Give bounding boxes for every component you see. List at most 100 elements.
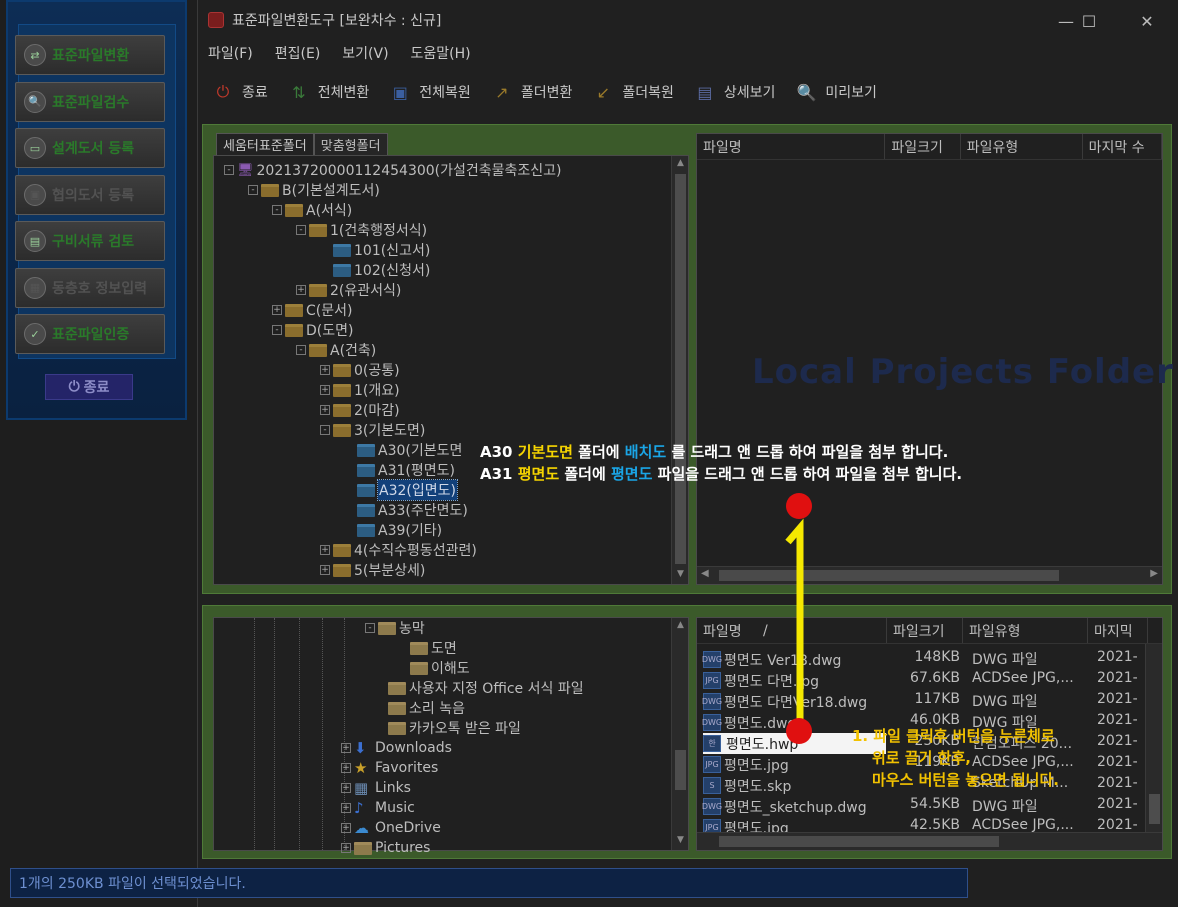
launcher-button-1[interactable]: 🔍 표준파일검수 bbox=[15, 81, 165, 122]
column-header[interactable]: 마지믹 bbox=[1088, 618, 1148, 643]
menu-item-1[interactable]: 편집(E) bbox=[275, 43, 321, 63]
explorer-item[interactable]: + ★ Favorites bbox=[341, 758, 438, 778]
expand-icon[interactable]: + bbox=[272, 305, 282, 315]
menu-item-3[interactable]: 도움말(H) bbox=[411, 43, 471, 63]
tree-scrollbar[interactable]: ▲ ▼ bbox=[671, 156, 688, 584]
tree-item[interactable]: - A(건축) bbox=[296, 340, 376, 360]
scroll-thumb[interactable] bbox=[1149, 794, 1160, 824]
explorer-scrollbar[interactable]: ▲ ▼ bbox=[671, 618, 688, 850]
toolbar-button-0[interactable]: ⏻ 종료 bbox=[210, 79, 268, 105]
tree-item[interactable]: A32(입면도) bbox=[344, 479, 458, 501]
tree-item[interactable]: A30(기본도면 bbox=[344, 440, 462, 460]
expand-icon[interactable]: + bbox=[320, 545, 330, 555]
explorer-item[interactable]: 도면 bbox=[410, 638, 457, 658]
collapse-icon[interactable]: - bbox=[248, 185, 258, 195]
scroll-left-icon[interactable]: ◀ bbox=[701, 568, 709, 579]
expand-icon[interactable]: + bbox=[341, 763, 351, 773]
explorer-item[interactable]: - 농막 bbox=[365, 618, 425, 638]
h-scroll-thumb[interactable] bbox=[719, 836, 999, 847]
collapse-icon[interactable]: - bbox=[296, 225, 306, 235]
expand-icon[interactable]: + bbox=[341, 743, 351, 753]
collapse-icon[interactable]: - bbox=[272, 205, 282, 215]
tree-item[interactable]: +1(개요) bbox=[320, 380, 400, 400]
horizontal-scrollbar[interactable] bbox=[697, 832, 1162, 850]
scroll-up-icon[interactable]: ▲ bbox=[674, 620, 687, 633]
file-row[interactable]: DWG 평면도_sketchup.dwg 54.5KB DWG 파일 2021- bbox=[702, 796, 1151, 817]
toolbar-button-5[interactable]: ▤ 상세보기 bbox=[692, 79, 775, 105]
toolbar-button-4[interactable]: ↙ 폴더복원 bbox=[590, 79, 674, 105]
column-header[interactable]: 파일크기 bbox=[885, 134, 961, 159]
expand-icon[interactable]: + bbox=[341, 783, 351, 793]
explorer-item[interactable]: + ☁ OneDrive bbox=[341, 818, 441, 838]
horizontal-scrollbar[interactable]: ◀ ▶ bbox=[697, 566, 1162, 584]
collapse-icon[interactable]: - bbox=[365, 623, 375, 633]
tree-item[interactable]: + C(문서) bbox=[272, 300, 352, 320]
tree-item[interactable]: 101(신고서) bbox=[320, 240, 430, 260]
explorer-item[interactable]: 사용자 지정 Office 서식 파일 bbox=[388, 678, 584, 698]
launcher-button-0[interactable]: ⇄ 표준파일변환 bbox=[15, 35, 165, 75]
tree-item[interactable]: - 3(기본도면) bbox=[320, 420, 425, 440]
column-header[interactable]: 파일유형 bbox=[963, 618, 1088, 643]
explorer-item[interactable]: + ▦ Links bbox=[341, 778, 411, 798]
expand-icon[interactable]: + bbox=[320, 365, 330, 375]
scroll-thumb[interactable] bbox=[675, 750, 686, 790]
launcher-button-4[interactable]: ▤ 구비서류 검토 bbox=[15, 221, 165, 261]
tab-0[interactable]: 세움터표준폴더 bbox=[216, 133, 314, 155]
tree-item[interactable]: 102(신청서) bbox=[320, 260, 430, 280]
tree-item[interactable]: - B(기본설계도서) bbox=[248, 180, 380, 200]
toolbar-button-6[interactable]: 🔍 미리보기 bbox=[793, 79, 877, 105]
file-list-scrollbar[interactable] bbox=[1145, 644, 1162, 850]
collapse-icon[interactable]: - bbox=[272, 325, 282, 335]
tree-item[interactable]: A33(주단면도) bbox=[344, 500, 468, 520]
tree-item[interactable]: - 🖥 20213720000112454300(가설건축물축조신고) bbox=[224, 160, 562, 180]
tree-item[interactable]: - 1(건축행정서식) bbox=[296, 220, 427, 240]
tree-item[interactable]: +5(부분상세) bbox=[320, 560, 425, 580]
scroll-down-icon[interactable]: ▼ bbox=[674, 835, 687, 848]
explorer-item[interactable]: 소리 녹음 bbox=[388, 698, 465, 718]
tree-item[interactable]: +0(공통) bbox=[320, 360, 400, 380]
column-header[interactable]: 파일크기 bbox=[887, 618, 963, 643]
explorer-item[interactable]: 카카오톡 받은 파일 bbox=[388, 718, 521, 738]
scroll-right-icon[interactable]: ▶ bbox=[1150, 568, 1158, 579]
column-header[interactable]: 파일유형 bbox=[961, 134, 1083, 159]
explorer-item[interactable]: + ⬇ Downloads bbox=[341, 738, 452, 758]
collapse-icon[interactable]: - bbox=[296, 345, 306, 355]
launcher-button-2[interactable]: ▭ 설계도서 등록 bbox=[15, 128, 165, 168]
scroll-down-icon[interactable]: ▼ bbox=[674, 569, 687, 582]
explorer-item[interactable]: + ♪ Music bbox=[341, 798, 415, 818]
tree-item[interactable]: - D(도면) bbox=[272, 320, 353, 340]
column-header[interactable]: 마지막 수 bbox=[1083, 134, 1162, 159]
close-button[interactable]: ✕ bbox=[1124, 8, 1170, 34]
menu-item-2[interactable]: 보기(V) bbox=[342, 43, 388, 63]
tree-item[interactable]: - A(서식) bbox=[272, 200, 352, 220]
explorer-item[interactable]: + Pictures bbox=[341, 838, 430, 858]
column-header[interactable]: 파일명 bbox=[697, 618, 757, 643]
expand-icon[interactable]: + bbox=[320, 565, 330, 575]
toolbar-button-2[interactable]: ▣ 전체복원 bbox=[387, 79, 471, 105]
launcher-exit-button[interactable]: ⏻ 종료 bbox=[45, 374, 133, 400]
scroll-up-icon[interactable]: ▲ bbox=[674, 158, 687, 171]
launcher-button-6[interactable]: ✓ 표준파일인증 bbox=[15, 314, 165, 354]
expand-icon[interactable]: + bbox=[320, 385, 330, 395]
toolbar-button-3[interactable]: ↗ 폴더변환 bbox=[489, 79, 572, 105]
launcher-button-5[interactable]: ▦ 동층호 정보입력 bbox=[15, 267, 165, 308]
maximize-button[interactable]: ☐ bbox=[1066, 8, 1112, 34]
column-header[interactable]: 파일명 bbox=[697, 134, 886, 159]
tree-item[interactable]: +4(수직수평동선관련) bbox=[320, 540, 477, 560]
tree-item[interactable]: A39(기타) bbox=[344, 520, 442, 540]
tree-item[interactable]: +2(마감) bbox=[320, 400, 400, 420]
launcher-button-3[interactable]: ▣ 협의도서 등록 bbox=[15, 174, 165, 215]
menu-item-0[interactable]: 파일(F) bbox=[208, 43, 253, 63]
expand-icon[interactable]: + bbox=[341, 803, 351, 813]
expand-icon[interactable]: + bbox=[341, 843, 351, 853]
expand-icon[interactable]: + bbox=[320, 405, 330, 415]
scroll-thumb[interactable] bbox=[675, 174, 686, 564]
expand-icon[interactable]: + bbox=[341, 823, 351, 833]
expand-icon[interactable]: + bbox=[296, 285, 306, 295]
tab-1[interactable]: 맞춤형폴더 bbox=[313, 133, 388, 155]
tree-item[interactable]: A31(평면도) bbox=[344, 460, 455, 480]
toolbar-button-1[interactable]: ⇅ 전체변환 bbox=[286, 79, 369, 105]
collapse-icon[interactable]: - bbox=[224, 165, 234, 175]
collapse-icon[interactable]: - bbox=[320, 425, 330, 435]
explorer-item[interactable]: 이해도 bbox=[410, 658, 470, 678]
